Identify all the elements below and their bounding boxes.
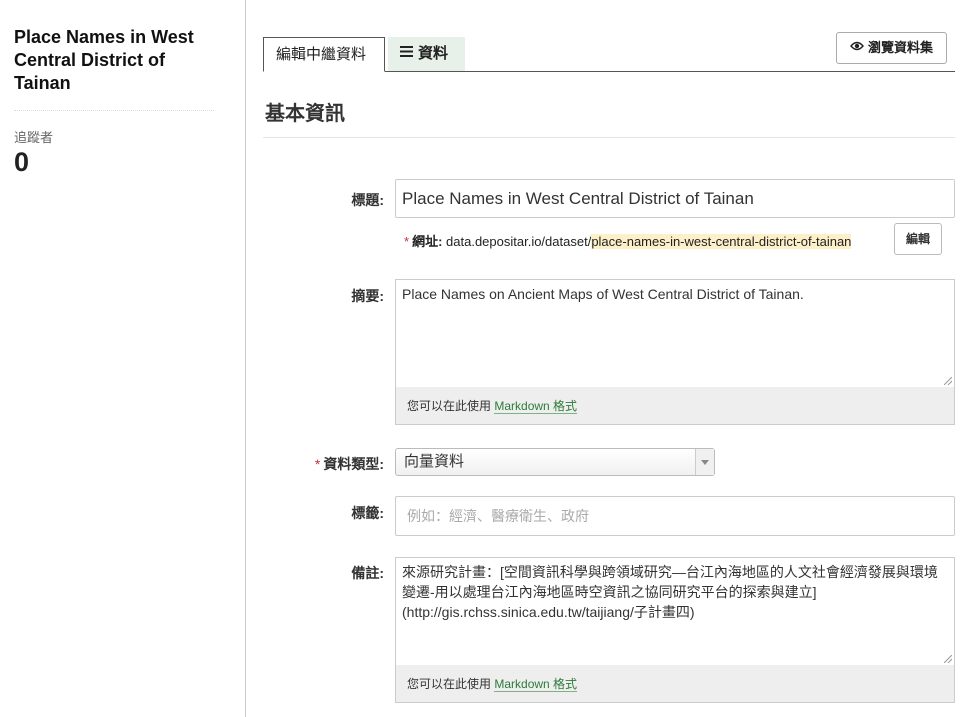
dataset-title: Place Names in West Central District of …	[14, 27, 194, 93]
resize-grip-icon[interactable]	[944, 655, 952, 663]
markdown-link[interactable]: Markdown 格式	[494, 677, 578, 692]
view-dataset-button[interactable]: 瀏覽資料集	[836, 32, 947, 64]
resize-grip-icon[interactable]	[944, 377, 952, 385]
url-slug: place-names-in-west-central-district-of-…	[591, 234, 852, 249]
data-type-value: 向量資料	[404, 453, 465, 470]
markdown-link[interactable]: Markdown 格式	[494, 399, 578, 414]
required-mark: *	[404, 234, 410, 249]
edit-url-button[interactable]: 編輯	[894, 223, 942, 255]
eye-icon	[850, 32, 864, 62]
notes-label: 備註:	[351, 565, 384, 581]
data-type-select[interactable]: 向量資料	[395, 448, 715, 476]
followers-label: 追蹤者	[14, 130, 54, 145]
data-type-label: 資料類型:	[323, 456, 384, 472]
summary-textarea[interactable]: Place Names on Ancient Maps of West Cent…	[395, 279, 955, 387]
markdown-hint: 您可以在此使用	[407, 399, 492, 413]
url-prefix: data.depositar.io/dataset/	[446, 234, 592, 249]
tab-resources-label: 資料	[418, 45, 449, 62]
list-icon	[400, 36, 413, 70]
followers-count: 0	[14, 147, 30, 177]
title-label: 標題:	[351, 192, 384, 208]
markdown-hint-bar: 您可以在此使用 Markdown 格式	[395, 387, 955, 425]
url-label: 網址:	[412, 234, 443, 249]
title-input[interactable]: Place Names in West Central District of …	[395, 179, 955, 218]
notes-text: 來源研究計畫：[空間資訊科學與跨領域研究—台江內海地區的人文社會經濟發展與環境變…	[402, 564, 938, 620]
section-title: 基本資訊	[265, 103, 345, 125]
section-divider	[263, 137, 955, 138]
tags-label: 標籤:	[351, 505, 384, 521]
url-row: * 網址: data.depositar.io/dataset/place-nam…	[404, 231, 852, 250]
sidebar-divider	[14, 110, 214, 111]
summary-label: 摘要:	[351, 288, 384, 304]
tab-resources[interactable]: 資料	[388, 37, 465, 71]
view-dataset-label: 瀏覽資料集	[867, 40, 933, 55]
markdown-hint-bar: 您可以在此使用 Markdown 格式	[395, 665, 955, 703]
sidebar: Place Names in West Central District of …	[0, 0, 246, 717]
chevron-down-icon[interactable]	[695, 449, 714, 475]
required-mark: *	[314, 456, 321, 472]
notes-textarea[interactable]: 來源研究計畫：[空間資訊科學與跨領域研究—台江內海地區的人文社會經濟發展與環境變…	[395, 557, 955, 665]
data-type-label-row: * 資料類型:	[290, 454, 384, 474]
summary-text: Place Names on Ancient Maps of West Cent…	[402, 286, 804, 302]
tab-edit-metadata[interactable]: 編輯中繼資料	[263, 37, 385, 72]
markdown-hint: 您可以在此使用	[407, 677, 492, 691]
tags-input[interactable]: 例如：經濟、醫療衛生、政府	[395, 496, 955, 536]
